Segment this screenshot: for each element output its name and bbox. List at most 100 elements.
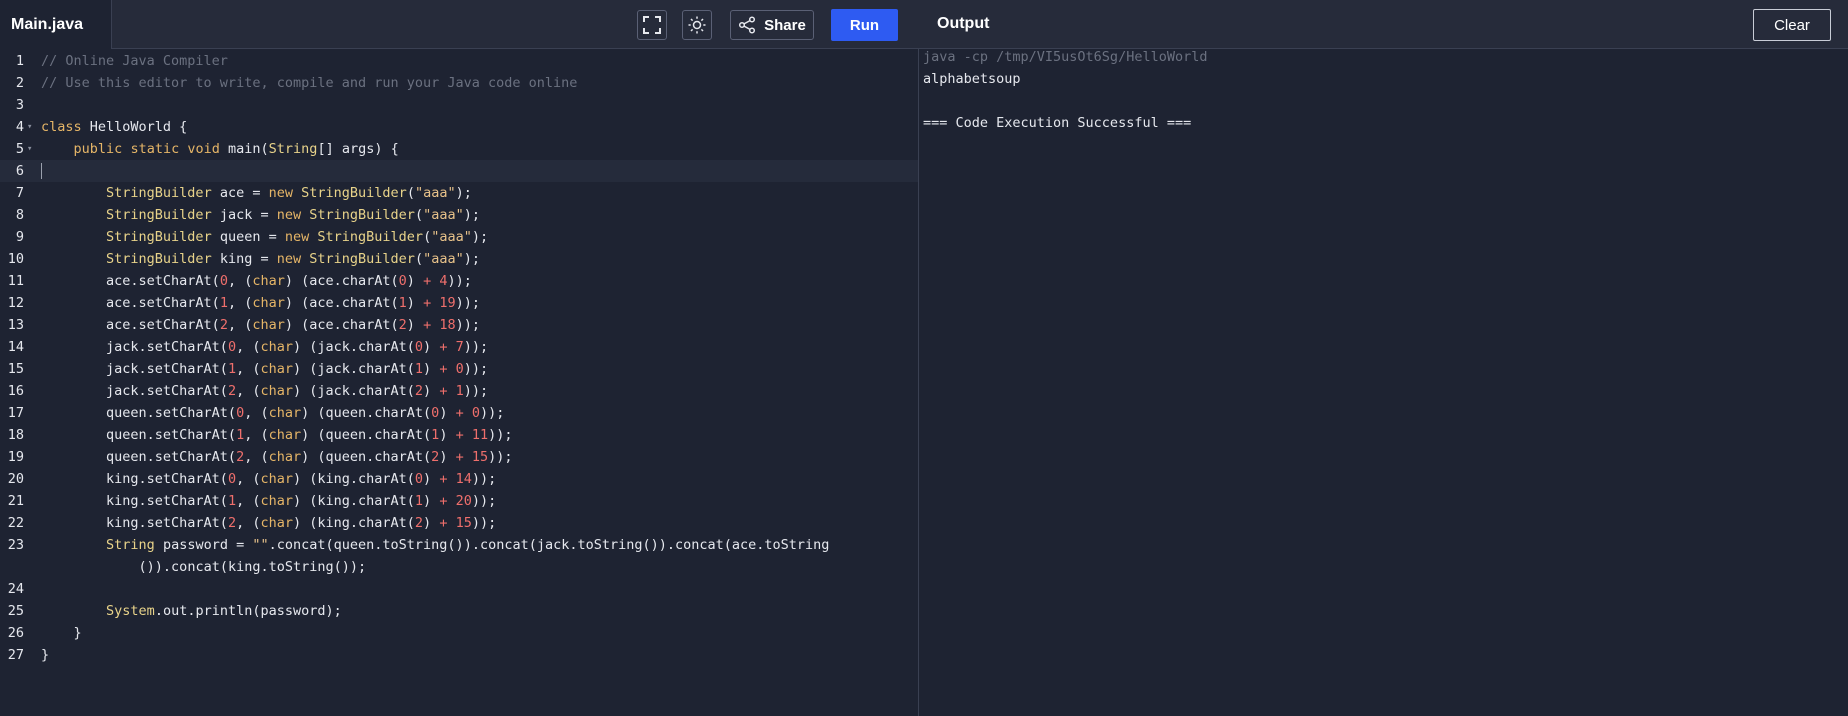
code-text: } — [41, 625, 82, 641]
code-text: ace.setCharAt(2, (char) (ace.charAt(2) +… — [41, 317, 480, 333]
code-text: jack.setCharAt(0, (char) (jack.charAt(0)… — [41, 339, 489, 355]
code-line[interactable]: 19 queen.setCharAt(2, (char) (queen.char… — [0, 446, 918, 468]
code-line[interactable]: 20 king.setCharAt(0, (char) (king.charAt… — [0, 468, 918, 490]
line-number: 19 — [7, 449, 24, 465]
code-line[interactable]: 14 jack.setCharAt(0, (char) (jack.charAt… — [0, 336, 918, 358]
fold-arrow-icon[interactable]: ▾ — [27, 138, 32, 160]
code-text: king.setCharAt(2, (char) (king.charAt(2)… — [41, 515, 497, 531]
output-title: Output — [937, 15, 990, 32]
share-button[interactable]: Share — [730, 10, 814, 40]
file-tab-label: Main.java — [11, 15, 84, 33]
line-number: 22 — [7, 515, 24, 531]
line-number: 2 — [15, 75, 24, 91]
output-command: java -cp /tmp/VI5usOt6Sg/HelloWorld — [923, 49, 1208, 65]
code-text: ace.setCharAt(0, (char) (ace.charAt(0) +… — [41, 273, 472, 289]
code-text: class HelloWorld { — [41, 119, 188, 135]
code-line[interactable]: 18 queen.setCharAt(1, (char) (queen.char… — [0, 424, 918, 446]
line-number: 21 — [7, 493, 24, 509]
share-icon — [739, 16, 756, 34]
code-line[interactable]: 15 jack.setCharAt(1, (char) (jack.charAt… — [0, 358, 918, 380]
code-text: System.out.println(password); — [106, 603, 342, 619]
line-number: 14 — [7, 339, 24, 355]
code-text: queen.setCharAt(2, (char) (queen.charAt(… — [41, 449, 513, 465]
clear-button[interactable]: Clear — [1753, 9, 1831, 41]
line-number: 4 — [15, 119, 24, 135]
code-text: } — [41, 647, 50, 663]
line-number: 17 — [7, 405, 24, 421]
code-line[interactable]: 23 String password = "".concat(queen.toS… — [0, 534, 918, 578]
code-text: ace.setCharAt(1, (char) (ace.charAt(1) +… — [41, 295, 480, 311]
code-text: StringBuilder queen = new StringBuilder(… — [106, 229, 489, 245]
code-line[interactable]: 7 StringBuilder ace = new StringBuilder(… — [0, 182, 918, 204]
file-tab-main-java[interactable]: Main.java — [0, 0, 112, 49]
line-number: 27 — [7, 647, 24, 663]
line-number: 5 — [15, 141, 24, 157]
fullscreen-button[interactable] — [637, 10, 667, 40]
line-number: 23 — [7, 537, 24, 553]
theme-toggle-button[interactable] — [682, 10, 712, 40]
code-line[interactable]: 5 ▾ public static void main(String[] args… — [0, 138, 918, 160]
line-number: 10 — [7, 251, 24, 267]
code-line[interactable]: 8 StringBuilder jack = new StringBuilder… — [0, 204, 918, 226]
code-text: queen.setCharAt(1, (char) (queen.charAt(… — [41, 427, 513, 443]
line-number: 20 — [7, 471, 24, 487]
code-line[interactable]: 11 ace.setCharAt(0, (char) (ace.charAt(0… — [0, 270, 918, 292]
code-text: StringBuilder jack = new StringBuilder("… — [106, 207, 480, 223]
code-line[interactable]: 16 jack.setCharAt(2, (char) (jack.charAt… — [0, 380, 918, 402]
line-number: 16 — [7, 383, 24, 399]
code-line[interactable]: 9 StringBuilder queen = new StringBuilde… — [0, 226, 918, 248]
line-number: 24 — [7, 581, 24, 597]
code-line[interactable]: 13 ace.setCharAt(2, (char) (ace.charAt(2… — [0, 314, 918, 336]
code-text: String password = "".concat(queen.toStri… — [106, 537, 830, 575]
line-number: 8 — [15, 207, 24, 223]
code-text: jack.setCharAt(1, (char) (jack.charAt(1)… — [41, 361, 489, 377]
line-number: 9 — [15, 229, 24, 245]
code-text: jack.setCharAt(2, (char) (jack.charAt(2)… — [41, 383, 489, 399]
output-result: alphabetsoup — [923, 71, 1021, 87]
line-number: 3 — [15, 97, 24, 113]
run-label: Run — [849, 16, 880, 34]
code-line[interactable]: 3 — [0, 94, 918, 116]
line-number: 18 — [7, 427, 24, 443]
line-number: 13 — [7, 317, 24, 333]
code-line[interactable]: 4 ▾ class HelloWorld { — [0, 116, 918, 138]
line-number: 26 — [7, 625, 24, 641]
output-panel: java -cp /tmp/VI5usOt6Sg/HelloWorld alph… — [923, 49, 1843, 716]
line-number: 12 — [7, 295, 24, 311]
sun-icon — [688, 16, 706, 34]
text-cursor — [41, 163, 42, 179]
code-line[interactable]: 22 king.setCharAt(2, (char) (king.charAt… — [0, 512, 918, 534]
code-line[interactable]: 6 — [0, 160, 918, 182]
line-number: 1 — [15, 53, 24, 69]
panel-divider[interactable] — [918, 49, 919, 716]
clear-label: Clear — [1774, 16, 1810, 34]
code-text: king.setCharAt(0, (char) (king.charAt(0)… — [41, 471, 497, 487]
code-line[interactable]: 21 king.setCharAt(1, (char) (king.charAt… — [0, 490, 918, 512]
code-text: StringBuilder ace = new StringBuilder("a… — [106, 185, 472, 201]
code-line[interactable]: 27} — [0, 644, 918, 666]
code-line[interactable]: 24 — [0, 578, 918, 600]
code-line[interactable]: 2 // Use this editor to write, compile an… — [0, 72, 918, 94]
run-button[interactable]: Run — [831, 9, 898, 41]
code-line[interactable]: 25 System.out.println(password); — [0, 600, 918, 622]
line-number: 7 — [15, 185, 24, 201]
fullscreen-icon — [643, 16, 661, 34]
code-text: queen.setCharAt(0, (char) (queen.charAt(… — [41, 405, 505, 421]
code-text: king.setCharAt(1, (char) (king.charAt(1)… — [41, 493, 497, 509]
code-text: // Online Java Compiler — [41, 53, 228, 69]
code-line[interactable]: 17 queen.setCharAt(0, (char) (queen.char… — [0, 402, 918, 424]
code-text: public static void main(String[] args) { — [73, 141, 399, 157]
code-line[interactable]: 26 } — [0, 622, 918, 644]
fold-arrow-icon[interactable]: ▾ — [27, 116, 32, 138]
code-text: // Use this editor to write, compile and… — [41, 75, 578, 91]
line-number: 6 — [15, 163, 24, 179]
code-editor[interactable]: 1 // Online Java Compiler 2 // Use this edi… — [0, 49, 918, 716]
code-line[interactable]: 1 // Online Java Compiler — [0, 50, 918, 72]
line-number: 25 — [7, 603, 24, 619]
code-line[interactable]: 12 ace.setCharAt(1, (char) (ace.charAt(1… — [0, 292, 918, 314]
code-line[interactable]: 10 StringBuilder king = new StringBuilde… — [0, 248, 918, 270]
share-label: Share — [764, 16, 806, 34]
top-toolbar: Main.java Share Run Output Clear — [0, 0, 1848, 49]
code-text: StringBuilder king = new StringBuilder("… — [106, 251, 480, 267]
output-status: === Code Execution Successful === — [923, 115, 1192, 131]
